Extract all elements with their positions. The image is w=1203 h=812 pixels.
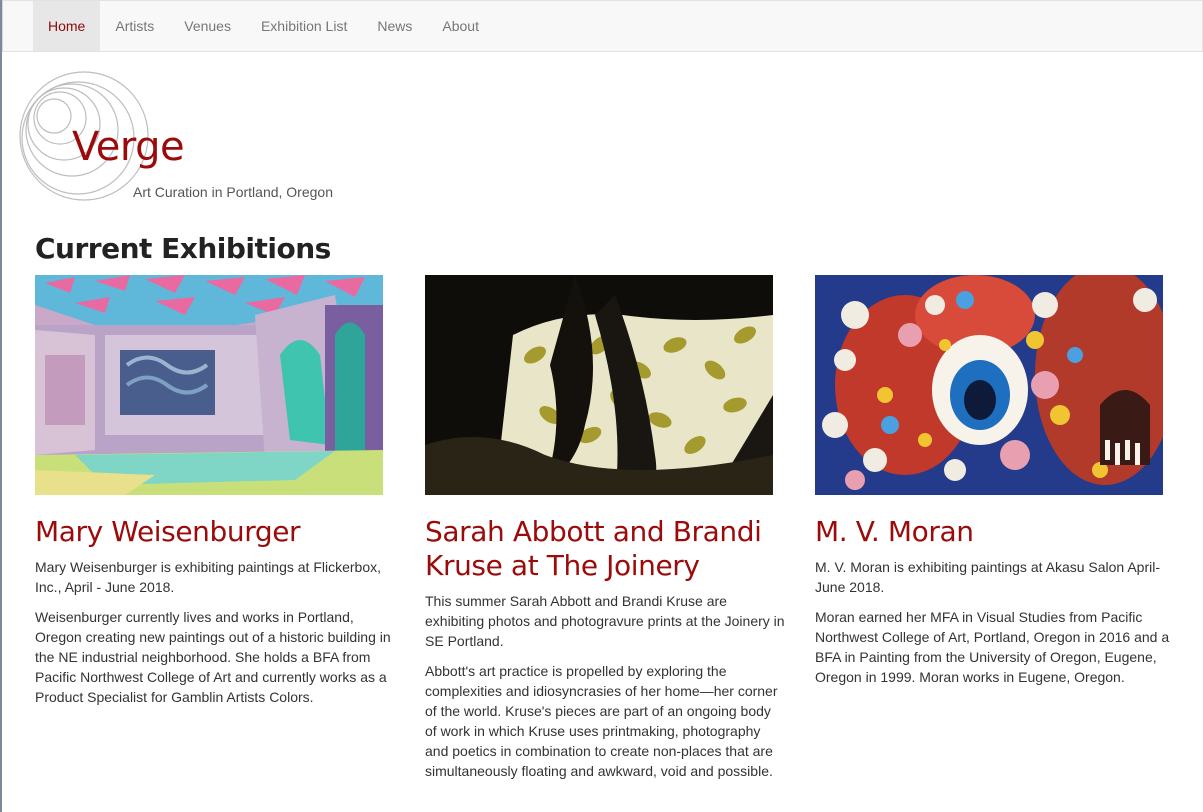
- nav-item-artists[interactable]: Artists: [100, 1, 169, 51]
- exhibition-image[interactable]: [815, 275, 1163, 495]
- brand-tagline: Art Curation in Portland, Oregon: [133, 184, 333, 200]
- nav-item-about[interactable]: About: [427, 1, 494, 51]
- exhibition-summary: M. V. Moran is exhibiting paintings at A…: [815, 559, 1161, 595]
- section-title: Current Exhibitions: [35, 232, 331, 265]
- nav-item-home[interactable]: Home: [33, 1, 101, 51]
- nav-item-exhibition-list[interactable]: Exhibition List: [246, 1, 362, 51]
- exhibition-description: Weisenburger currently lives and works i…: [35, 609, 391, 705]
- exhibition-title[interactable]: Mary Weisenburger: [35, 515, 395, 549]
- exhibition-summary: This summer Sarah Abbott and Brandi Krus…: [425, 593, 785, 649]
- exhibition-card: M. V. Moran M. V. Moran is exhibiting pa…: [815, 275, 1175, 687]
- exhibition-description: Moran earned her MFA in Visual Studies f…: [815, 609, 1170, 685]
- exhibition-description: Abbott's art practice is propelled by ex…: [425, 663, 778, 779]
- exhibition-card: Mary Weisenburger Mary Weisenburger is e…: [35, 275, 395, 707]
- exhibition-image[interactable]: [35, 275, 383, 495]
- exhibition-card: Sarah Abbott and Brandi Kruse at The Joi…: [425, 275, 785, 781]
- exhibition-title[interactable]: Sarah Abbott and Brandi Kruse at The Joi…: [425, 515, 785, 583]
- nav-item-news[interactable]: News: [362, 1, 427, 51]
- exhibition-summary: Mary Weisenburger is exhibiting painting…: [35, 559, 382, 595]
- exhibition-title[interactable]: M. V. Moran: [815, 515, 1175, 549]
- top-navbar: Home Artists Venues Exhibition List News…: [2, 0, 1203, 52]
- window-edge: [0, 0, 2, 812]
- nav-item-venues[interactable]: Venues: [169, 1, 246, 51]
- brand-name[interactable]: Verge: [72, 124, 185, 170]
- exhibition-image[interactable]: [425, 275, 773, 495]
- nav-list: Home Artists Venues Exhibition List News…: [3, 1, 1202, 51]
